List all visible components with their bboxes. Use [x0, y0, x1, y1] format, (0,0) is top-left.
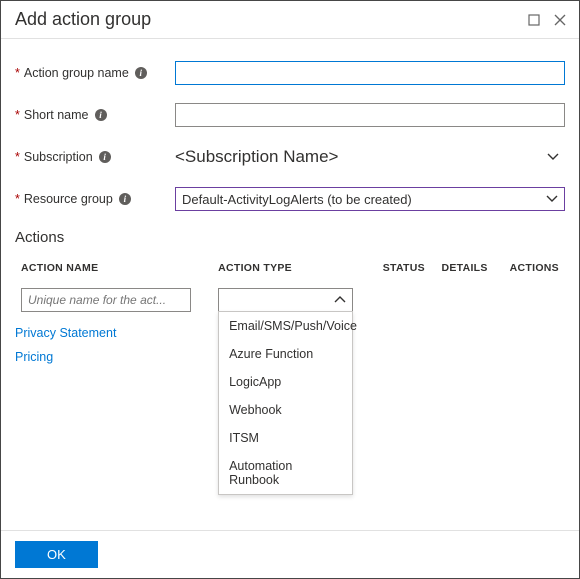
action-type-dropdown: Email/SMS/Push/Voice Azure Function Logi… — [218, 311, 353, 495]
ok-button[interactable]: OK — [15, 541, 98, 568]
required-marker: * — [15, 150, 20, 164]
dropdown-option[interactable]: LogicApp — [219, 368, 352, 396]
action-type-select[interactable] — [218, 288, 353, 312]
subscription-select[interactable]: <Subscription Name> — [175, 145, 565, 169]
privacy-link[interactable]: Privacy Statement — [15, 326, 116, 340]
label-text: Subscription — [24, 150, 93, 164]
subscription-value: <Subscription Name> — [175, 147, 338, 167]
label-subscription: * Subscription i — [15, 150, 175, 164]
dropdown-option[interactable]: Webhook — [219, 396, 352, 424]
dropdown-option[interactable]: Email/SMS/Push/Voice — [219, 312, 352, 340]
chevron-down-icon — [546, 195, 558, 203]
dialog-title: Add action group — [15, 9, 517, 30]
row-short-name: * Short name i — [15, 103, 565, 127]
label-action-group-name: * Action group name i — [15, 66, 175, 80]
info-icon[interactable]: i — [95, 109, 107, 121]
required-marker: * — [15, 192, 20, 206]
required-marker: * — [15, 108, 20, 122]
resource-group-value: Default-ActivityLogAlerts (to be created… — [182, 192, 412, 207]
col-status: STATUS — [377, 254, 436, 284]
actions-table: ACTION NAME ACTION TYPE STATUS DETAILS A… — [15, 254, 565, 316]
col-action-type: ACTION TYPE — [212, 254, 377, 284]
action-group-name-input[interactable] — [175, 61, 565, 85]
actions-heading: Actions — [15, 229, 579, 246]
info-icon[interactable]: i — [119, 193, 131, 205]
row-subscription: * Subscription i <Subscription Name> — [15, 145, 565, 169]
label-text: Resource group — [24, 192, 113, 206]
row-resource-group: * Resource group i Default-ActivityLogAl… — [15, 187, 565, 211]
maximize-icon[interactable] — [525, 11, 543, 29]
dropdown-option[interactable]: Azure Function — [219, 340, 352, 368]
info-icon[interactable]: i — [135, 67, 147, 79]
chevron-up-icon — [334, 296, 346, 304]
resource-group-select[interactable]: Default-ActivityLogAlerts (to be created… — [175, 187, 565, 211]
row-action-group-name: * Action group name i — [15, 61, 565, 85]
col-details: DETAILS — [435, 254, 498, 284]
dialog-footer: OK — [1, 530, 579, 578]
label-text: Short name — [24, 108, 89, 122]
actions-header-row: ACTION NAME ACTION TYPE STATUS DETAILS A… — [15, 254, 565, 284]
dropdown-option[interactable]: Automation Runbook — [219, 452, 352, 494]
required-marker: * — [15, 66, 20, 80]
col-action-name: ACTION NAME — [15, 254, 212, 284]
label-short-name: * Short name i — [15, 108, 175, 122]
action-name-input[interactable] — [21, 288, 191, 312]
label-resource-group: * Resource group i — [15, 192, 175, 206]
info-icon[interactable]: i — [99, 151, 111, 163]
short-name-input[interactable] — [175, 103, 565, 127]
label-text: Action group name — [24, 66, 129, 80]
action-row: Email/SMS/Push/Voice Azure Function Logi… — [15, 284, 565, 316]
form-area: * Action group name i * Short name i * S… — [1, 39, 579, 211]
pricing-link[interactable]: Pricing — [15, 350, 53, 364]
close-icon[interactable] — [551, 11, 569, 29]
titlebar: Add action group — [1, 1, 579, 39]
chevron-down-icon — [547, 153, 559, 161]
dropdown-option[interactable]: ITSM — [219, 424, 352, 452]
col-actions: ACTIONS — [499, 254, 565, 284]
